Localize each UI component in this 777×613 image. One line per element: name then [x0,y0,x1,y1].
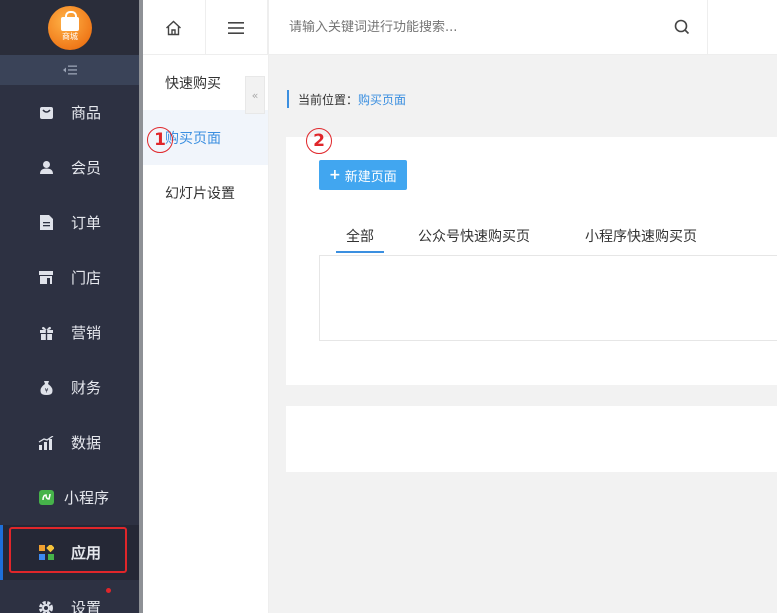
menu-icon [228,21,245,34]
money-bag-icon: ¥ [38,380,54,396]
new-page-button-label: 新建页面 [344,169,397,185]
shop-logo[interactable]: 商城 [48,5,92,50]
sidebar-item-marketing[interactable]: 营销 [0,305,140,360]
topbar-divider [707,0,708,55]
sidebar-item-mini-program[interactable]: 小程序 [0,470,140,525]
search-button[interactable] [669,14,695,40]
bag-icon [38,105,54,121]
double-chevron-left-icon: « [251,88,259,102]
page-tabs: 全部 公众号快速购买页 小程序快速购买页 [336,221,707,255]
search-input[interactable] [289,19,649,35]
sidebar-item-label: 门店 [71,269,102,287]
shopping-bag-icon [61,10,79,31]
tab-label: 小程序快速购买页 [585,229,697,245]
chart-icon [38,435,54,451]
home-icon [166,20,182,35]
home-button[interactable] [143,0,206,55]
store-icon [38,270,54,286]
notification-dot [106,588,111,593]
sidebar-item-stores[interactable]: 门店 [0,250,140,305]
apps-icon [38,545,54,561]
sub-sidebar: 快速购买 购买页面 幻灯片设置 « 1 [143,0,269,613]
sidebar-item-label: 财务 [71,379,102,397]
plus-icon: + [329,167,341,183]
tab-content-area [319,255,777,341]
subnav-item-label: 快速购买 [165,75,221,92]
sidebar-item-goods[interactable]: 商品 [0,85,140,140]
subnav-item-label: 幻灯片设置 [165,185,235,202]
sidebar-item-label: 营销 [71,324,102,342]
svg-text:¥: ¥ [44,388,48,395]
user-icon [38,160,54,176]
annotation-step-2: 2 [306,128,332,154]
sidebar-item-label: 订单 [71,214,102,232]
menu-button[interactable] [206,0,268,55]
sidebar-item-finance[interactable]: ¥ 财务 [0,360,140,415]
sidebar-item-label: 小程序 [64,489,110,507]
sidebar-item-members[interactable]: 会员 [0,140,140,195]
sidebar-collapse-button[interactable] [0,55,140,85]
mini-program-icon [38,490,54,506]
secondary-panel [286,406,777,472]
sidebar-item-label: 数据 [71,434,102,452]
subnav-item-label: 购买页面 [165,130,221,147]
breadcrumb-current[interactable]: 购买页面 [358,91,406,108]
annotation-step-1: 1 [147,127,173,153]
tab-mini-program-quick-buy[interactable]: 小程序快速购买页 [575,221,707,255]
sidebar-item-label: 应用 [71,544,102,562]
topbar-left-buttons [143,0,268,55]
logo-area: 商城 [0,0,140,55]
document-icon [38,215,54,231]
gift-icon [38,325,54,341]
collapse-menu-icon [63,65,77,75]
gear-icon [38,600,54,613]
sidebar-item-label: 会员 [71,159,102,177]
breadcrumb: 当前位置： 购买页面 [287,90,406,108]
sidebar-item-apps[interactable]: 应用 [0,525,140,580]
sidebar-item-settings[interactable]: 设置 [0,580,140,613]
tab-official-account-quick-buy[interactable]: 公众号快速购买页 [408,221,540,255]
breadcrumb-label: 当前位置： [298,92,359,107]
top-search-bar [269,0,777,55]
sidebar-item-orders[interactable]: 订单 [0,195,140,250]
main-panel: 2 + 新建页面 全部 公众号快速购买页 小程序快速购买页 [286,128,777,385]
sidebar-item-label: 商品 [71,104,102,122]
subnav-item-slideshow-settings[interactable]: 幻灯片设置 [143,165,268,220]
tab-label: 公众号快速购买页 [418,229,530,245]
sidebar-item-data[interactable]: 数据 [0,415,140,470]
subnav-collapse-button[interactable]: « [245,76,265,114]
new-page-button[interactable]: + 新建页面 [319,160,407,190]
main-sidebar: 商城 商品 会员 订单 门店 营销 ¥ 财务 数据 小程序 应用 设置 [0,0,140,613]
tab-all[interactable]: 全部 [336,221,384,255]
logo-text: 商城 [62,31,78,41]
sidebar-item-label: 设置 [71,599,102,613]
search-icon [674,19,690,35]
tab-label: 全部 [346,229,374,245]
